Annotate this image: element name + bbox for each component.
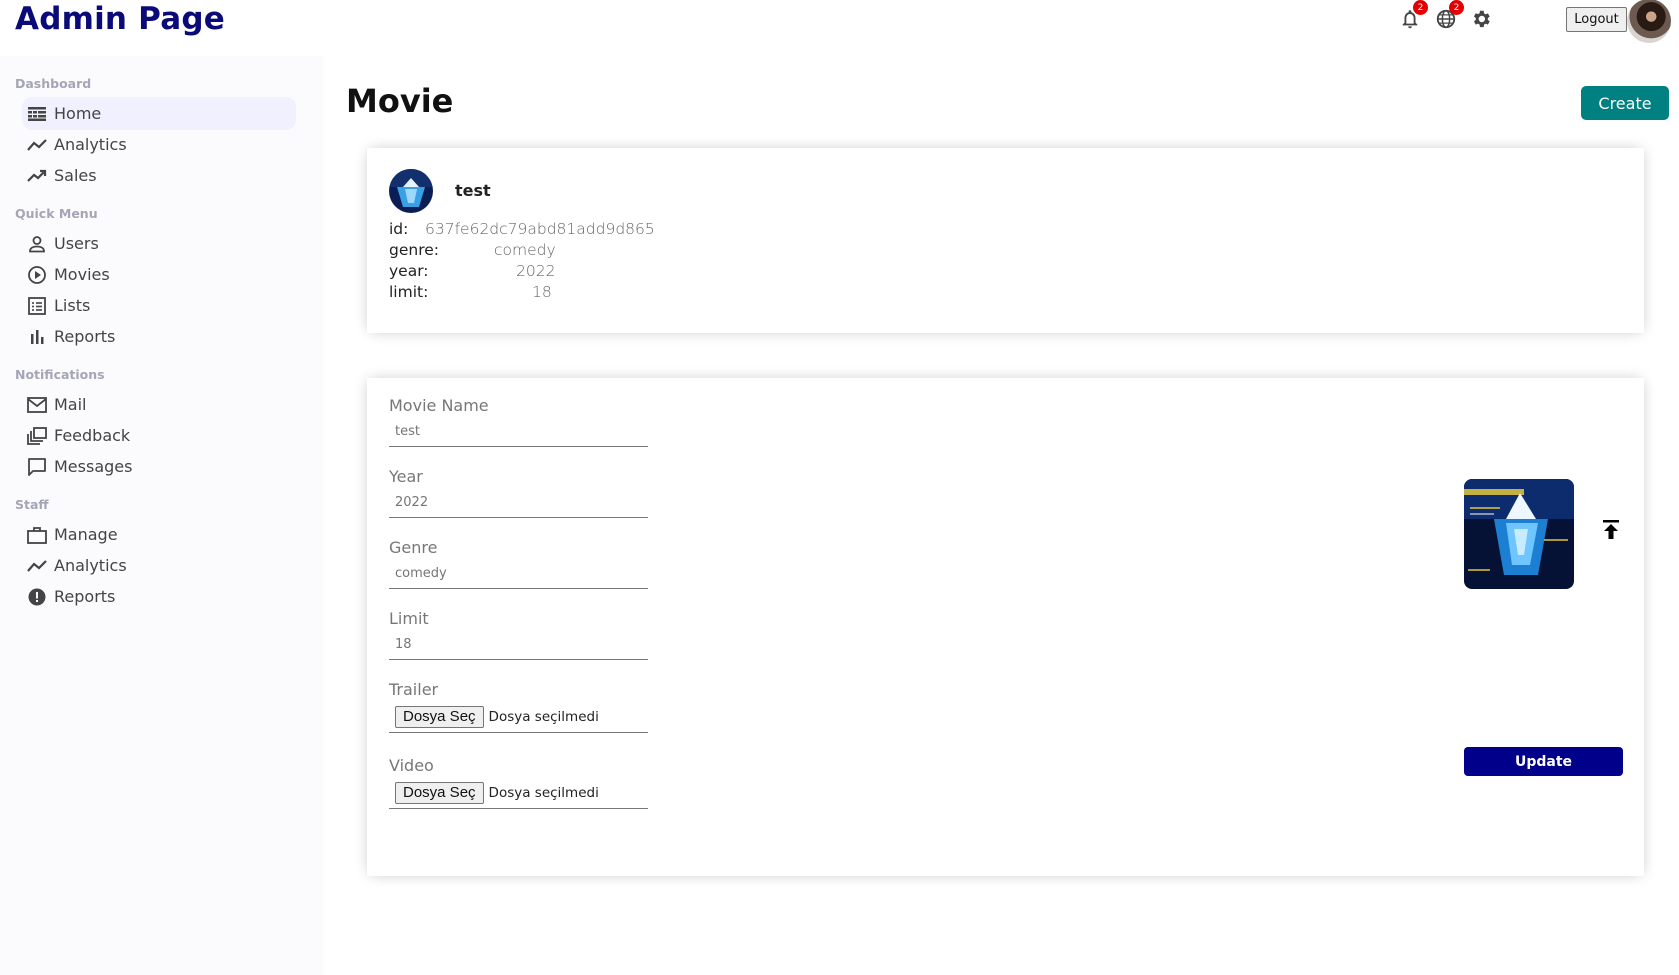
notification-badge: 2: [1413, 0, 1428, 15]
video-file-input[interactable]: Dosya Seç Dosya seçilmedi: [389, 777, 648, 809]
trailer-file-input[interactable]: Dosya Seç Dosya seçilmedi: [389, 701, 648, 733]
movie-name: test: [455, 181, 491, 200]
year-input[interactable]: [389, 488, 648, 518]
sidebar-item-lists[interactable]: Lists: [22, 289, 296, 322]
sidebar-item-feedback[interactable]: Feedback: [22, 419, 296, 452]
info-value-genre: comedy: [494, 241, 556, 259]
sidebar-section-quick-menu: Quick Menu: [15, 206, 98, 221]
sidebar-section-dashboard: Dashboard: [15, 76, 92, 91]
info-value-id: 637fe62dc79abd81add9d865: [425, 220, 655, 238]
video-label: Video: [389, 756, 434, 775]
sidebar-item-label: Analytics: [54, 556, 127, 575]
trailer-file-status: Dosya seçilmedi: [488, 708, 599, 725]
sidebar-item-home[interactable]: Home: [22, 97, 296, 130]
play-circle-icon: [27, 265, 47, 285]
briefcase-icon: [27, 525, 47, 545]
sidebar-item-label: Feedback: [54, 426, 131, 445]
info-key-id: id:: [389, 220, 409, 238]
report-icon: [27, 587, 47, 607]
sidebar-item-label: Lists: [54, 296, 91, 315]
sidebar-item-staff-analytics[interactable]: Analytics: [22, 549, 296, 582]
mail-icon: [27, 395, 47, 415]
sidebar-item-manage[interactable]: Manage: [22, 518, 296, 551]
sidebar-item-label: Messages: [54, 457, 133, 476]
page-title: Movie: [346, 82, 454, 120]
video-choose-file-button[interactable]: Dosya Seç: [395, 781, 484, 804]
movie-edit-form: Movie Name Year Genre Limit Trailer Dosy…: [367, 378, 1644, 876]
top-bar: Admin Page 2 2 Logout: [0, 0, 1679, 56]
language-button[interactable]: 2: [1433, 0, 1464, 32]
sidebar-item-label: Users: [54, 234, 99, 253]
sidebar-item-movies[interactable]: Movies: [22, 258, 296, 291]
avatar[interactable]: [1627, 0, 1671, 43]
timeline-icon: [27, 556, 47, 576]
sidebar-item-label: Home: [54, 104, 102, 123]
sidebar-item-label: Analytics: [54, 135, 127, 154]
sidebar-section-notifications: Notifications: [15, 367, 105, 382]
brand-title[interactable]: Admin Page: [15, 1, 225, 37]
sidebar-item-sales[interactable]: Sales: [22, 159, 296, 192]
sidebar-item-label: Movies: [54, 265, 110, 284]
trailer-choose-file-button[interactable]: Dosya Seç: [395, 705, 484, 728]
movie-poster-image: [1464, 479, 1574, 589]
upload-icon[interactable]: [1602, 520, 1624, 544]
sidebar-item-staff-reports[interactable]: Reports: [22, 580, 296, 613]
year-label: Year: [389, 467, 423, 486]
info-value-year: 2022: [516, 262, 556, 280]
info-key-limit: limit:: [389, 283, 429, 301]
settings-button[interactable]: [1468, 6, 1494, 32]
genre-label: Genre: [389, 538, 438, 557]
gear-icon: [1473, 10, 1490, 28]
list-icon: [27, 296, 47, 316]
language-badge: 2: [1449, 0, 1464, 15]
limit-input[interactable]: [389, 630, 648, 660]
trailer-label: Trailer: [389, 680, 439, 699]
sidebar-section-staff: Staff: [15, 497, 49, 512]
sidebar-item-analytics[interactable]: Analytics: [22, 128, 296, 161]
info-value-limit: 18: [532, 283, 552, 301]
sidebar-item-messages[interactable]: Messages: [22, 450, 296, 483]
user-icon: [27, 234, 47, 254]
sidebar-item-users[interactable]: Users: [22, 227, 296, 260]
home-icon: [27, 104, 47, 124]
limit-label: Limit: [389, 609, 429, 628]
sidebar-item-label: Reports: [54, 587, 116, 606]
sidebar-item-label: Sales: [54, 166, 97, 185]
update-button[interactable]: Update: [1464, 747, 1623, 776]
movie-info-card: test id: 637fe62dc79abd81add9d865 genre:…: [367, 148, 1644, 333]
sidebar-item-label: Manage: [54, 525, 118, 544]
logout-button[interactable]: Logout: [1566, 7, 1627, 32]
sidebar-item-reports[interactable]: Reports: [22, 320, 296, 353]
trending-up-icon: [27, 166, 47, 186]
movie-name-label: Movie Name: [389, 396, 489, 415]
movie-name-input[interactable]: [389, 417, 648, 447]
create-button[interactable]: Create: [1581, 86, 1669, 120]
notifications-button[interactable]: 2: [1397, 0, 1428, 32]
sidebar-item-label: Reports: [54, 327, 116, 346]
sidebar-item-mail[interactable]: Mail: [22, 388, 296, 421]
info-key-year: year:: [389, 262, 429, 280]
sidebar-item-label: Mail: [54, 395, 87, 414]
sidebar: Dashboard Home Analytics Sales Quick Men…: [0, 56, 323, 975]
genre-input[interactable]: [389, 559, 648, 589]
dynamic-feed-icon: [27, 426, 47, 446]
video-file-status: Dosya seçilmedi: [488, 784, 599, 801]
bar-chart-icon: [27, 327, 47, 347]
chat-bubble-icon: [27, 457, 47, 477]
movie-thumbnail: [389, 169, 433, 213]
timeline-icon: [27, 135, 47, 155]
info-key-genre: genre:: [389, 241, 439, 259]
